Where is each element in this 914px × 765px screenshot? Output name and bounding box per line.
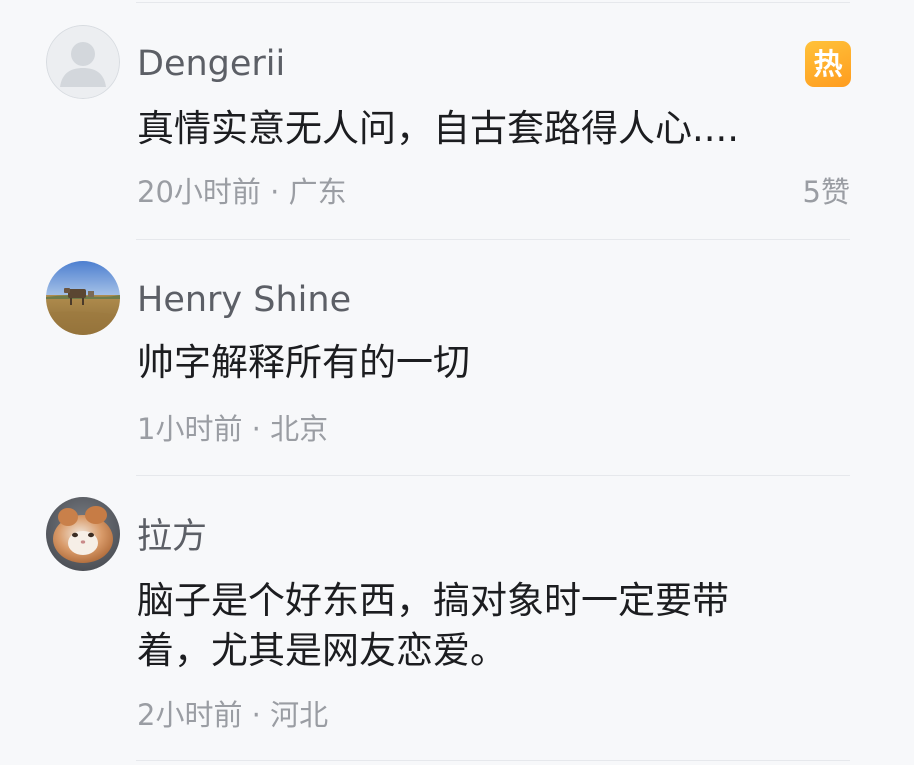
username[interactable]: Dengerii xyxy=(137,42,285,86)
default-user-icon[interactable] xyxy=(46,25,120,99)
comment-meta: 2小时前 · 河北 xyxy=(137,695,328,735)
comment-meta: 1小时前 · 北京 xyxy=(137,409,328,449)
like-count[interactable]: 5赞 xyxy=(803,172,850,212)
comment-time: 20小时前 xyxy=(137,175,261,209)
divider xyxy=(136,2,850,3)
comment-time: 2小时前 xyxy=(137,698,243,732)
divider xyxy=(136,239,850,240)
comment-time: 1小时前 xyxy=(137,412,243,446)
comment-text: 脑子是个好东西，搞对象时一定要带着，尤其是网友恋爱。 xyxy=(137,579,729,672)
cat-photo-avatar[interactable] xyxy=(46,497,120,571)
username[interactable]: Henry Shine xyxy=(137,278,351,322)
comment-meta: 20小时前 · 广东 xyxy=(137,172,347,212)
username[interactable]: 拉方 xyxy=(137,515,207,559)
comment-location: 北京 xyxy=(270,412,329,446)
comment-list: Dengerii 热 真情实意无人问，自古套路得人心.... 20小时前 · 广… xyxy=(0,0,914,765)
divider xyxy=(136,760,850,761)
hot-badge: 热 xyxy=(805,41,851,87)
comment-text: 真情实意无人问，自古套路得人心.... xyxy=(137,107,740,150)
comment-text: 帅字解释所有的一切 xyxy=(137,341,470,384)
comment-location: 广东 xyxy=(288,175,347,209)
meta-separator: · xyxy=(242,412,271,446)
comment-location: 河北 xyxy=(270,698,329,732)
meta-separator: · xyxy=(242,698,271,732)
divider xyxy=(136,475,850,476)
meta-separator: · xyxy=(260,175,289,209)
landscape-photo-avatar[interactable] xyxy=(46,261,120,335)
